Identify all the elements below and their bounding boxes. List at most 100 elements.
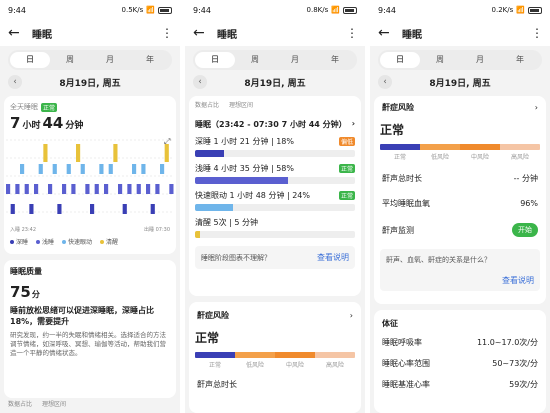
risk-header[interactable]: 鼾症风险 › bbox=[189, 302, 361, 321]
legend-awake: 清醒 bbox=[100, 237, 118, 246]
stage-block-light bbox=[34, 184, 39, 194]
app-bar: ← 睡眠 ⋮ bbox=[370, 20, 550, 46]
stage-name: 浅睡 bbox=[195, 164, 211, 173]
tab-month[interactable]: 月 bbox=[275, 52, 315, 68]
sleep-start-time: 入睡 23:42 bbox=[10, 227, 36, 233]
risk-scale-bar bbox=[195, 352, 355, 358]
sleep-summary-card: 全天睡眠 正常 7 小时 44 分钟 ⤢ 入睡 23:42 出睡 07:30 深… bbox=[4, 96, 176, 254]
risk-header[interactable]: 鼾症风险 › bbox=[374, 96, 546, 113]
chevron-right-icon: › bbox=[534, 103, 538, 112]
stage-block-rem bbox=[141, 164, 146, 174]
vitals-title: 体征 bbox=[382, 319, 398, 328]
back-arrow-icon[interactable]: ← bbox=[378, 25, 396, 41]
date-navigator: ‹ 8月19日, 周五 bbox=[0, 70, 180, 94]
expand-icon[interactable]: ⤢ bbox=[163, 137, 170, 146]
prev-date-icon[interactable]: ‹ bbox=[193, 75, 207, 89]
more-options-icon[interactable]: ⋮ bbox=[346, 26, 358, 40]
snore-risk-card: 鼾症风险 › 正常 正常 低风险 中风险 高风险 鼾声总时长 -- 分钟 平均睡眠血氧… bbox=[374, 96, 546, 304]
date-navigator: ‹ 8月19日, 周五 bbox=[370, 70, 550, 94]
tab-week[interactable]: 周 bbox=[235, 52, 275, 68]
tab-month[interactable]: 月 bbox=[90, 52, 130, 68]
stage-block-rem bbox=[108, 164, 113, 174]
stage-block-deep bbox=[10, 204, 15, 214]
tab-week[interactable]: 周 bbox=[50, 52, 90, 68]
stage-progress-bar bbox=[195, 231, 355, 238]
snore-total-row: 鼾声总时长 bbox=[189, 369, 361, 390]
total-sleep-label: 全天睡眠 bbox=[10, 103, 38, 111]
current-date: 8月19日, 周五 bbox=[429, 78, 491, 89]
vital-row: 睡眠心率范围 50~73次/分 bbox=[374, 358, 546, 379]
prev-date-icon[interactable]: ‹ bbox=[378, 75, 392, 89]
stage-block-rem bbox=[132, 164, 137, 174]
tab-day[interactable]: 日 bbox=[195, 52, 235, 68]
spo2-value: 96% bbox=[520, 199, 538, 208]
stage-progress-bar bbox=[195, 177, 355, 184]
date-navigator: ‹ 8月19日, 周五 bbox=[185, 70, 365, 94]
status-bar: 9:44 0.2K/s 📶 bbox=[370, 0, 550, 20]
tab-day[interactable]: 日 bbox=[380, 52, 420, 68]
page-title: 睡眠 bbox=[32, 29, 52, 41]
panel-daily-overview: 9:44 0.5K/s 📶 ← 睡眠 ⋮ 日 周 月 年 ‹ 8月19日, 周五 … bbox=[0, 0, 180, 413]
quality-advice: 睡前放松思绪可以促进深睡眠，深睡占比18%，需要提升 bbox=[10, 306, 154, 326]
chevron-right-icon: › bbox=[351, 119, 355, 128]
tab-year[interactable]: 年 bbox=[315, 52, 355, 68]
status-time: 9:44 bbox=[8, 5, 26, 15]
stage-block-light bbox=[136, 184, 141, 194]
vital-label: 睡眠基准心率 bbox=[382, 380, 430, 389]
network-speed: 0.2K/s bbox=[491, 6, 514, 14]
stage-block-deep bbox=[122, 204, 127, 214]
stage-value: 4 小时 35 分钟 | 58% bbox=[211, 164, 295, 173]
risk-title: 鼾症风险 bbox=[382, 103, 414, 112]
view-explanation-link[interactable]: 查看说明 bbox=[317, 252, 349, 263]
chart-legend: 深睡 浅睡 快速眼动 清醒 bbox=[4, 233, 176, 250]
risk-scale-labels: 正常 低风险 中风险 高风险 bbox=[393, 154, 529, 161]
stage-block-rem bbox=[66, 164, 71, 174]
current-date: 8月19日, 周五 bbox=[244, 78, 306, 89]
sleep-header-row[interactable]: 睡眠（23:42 - 07:30 7 小时 44 分钟） › bbox=[195, 119, 355, 130]
quality-title: 睡眠质量 bbox=[10, 267, 42, 276]
stage-name: 快速眼动 bbox=[195, 191, 227, 200]
more-options-icon[interactable]: ⋮ bbox=[531, 26, 543, 40]
tab-week[interactable]: 周 bbox=[420, 52, 460, 68]
vitals-card: 体征 睡眠呼吸率 11.0~17.0次/分 睡眠心率范围 50~73次/分 睡眠基准心率… bbox=[374, 310, 546, 413]
status-bar: 9:44 0.5K/s 📶 bbox=[0, 0, 180, 20]
view-explanation-link[interactable]: 查看说明 bbox=[502, 275, 534, 286]
stage-value: 5次 | 5 分钟 bbox=[211, 218, 259, 227]
back-arrow-icon[interactable]: ← bbox=[193, 25, 211, 41]
start-monitor-button[interactable]: 开始 bbox=[512, 223, 538, 237]
stage-block-awake bbox=[76, 144, 81, 162]
score-unit: 分 bbox=[31, 290, 40, 299]
snore-total-row: 鼾声总时长 -- 分钟 bbox=[374, 161, 546, 184]
period-tabs: 日 周 月 年 bbox=[378, 50, 542, 70]
quality-body: 研究发现，约一半的失眠和情绪相关。选择适合的方法调节情绪，如深呼吸、冥想、瑜伽等… bbox=[10, 331, 166, 357]
vital-label: 睡眠呼吸率 bbox=[382, 338, 422, 347]
legend-footer: 数据占比 理想区间 bbox=[8, 399, 66, 408]
more-options-icon[interactable]: ⋮ bbox=[161, 26, 173, 40]
tab-year[interactable]: 年 bbox=[500, 52, 540, 68]
app-bar: ← 睡眠 ⋮ bbox=[0, 20, 180, 46]
stage-block-rem bbox=[80, 164, 85, 174]
stage-progress-fill bbox=[195, 150, 224, 157]
risk-level: 正常 bbox=[380, 123, 405, 137]
sleep-stage-chart[interactable]: ⤢ bbox=[4, 136, 176, 226]
wifi-icon: 📶 bbox=[146, 6, 155, 14]
back-arrow-icon[interactable]: ← bbox=[8, 25, 26, 41]
tab-month[interactable]: 月 bbox=[460, 52, 500, 68]
wifi-icon: 📶 bbox=[516, 6, 525, 14]
stage-block-rem bbox=[20, 164, 25, 174]
battery-icon bbox=[343, 6, 357, 14]
snore-help-box: 鼾声、血氧、鼾症的关系是什么？ 查看说明 bbox=[380, 249, 540, 291]
legend-rem: 快速眼动 bbox=[62, 237, 92, 246]
stage-block-light bbox=[169, 184, 174, 194]
prev-date-icon[interactable]: ‹ bbox=[8, 75, 22, 89]
vital-row: 睡眠基准心率 59次/分 bbox=[374, 379, 546, 400]
status-badge: 正常 bbox=[41, 102, 58, 112]
stage-block-rem bbox=[160, 164, 165, 174]
stage-block-deep bbox=[29, 204, 34, 214]
stage-block-light bbox=[85, 184, 90, 194]
vital-value: 59次/分 bbox=[509, 380, 538, 389]
snore-total-label: 鼾声总时长 bbox=[197, 380, 237, 389]
tab-year[interactable]: 年 bbox=[130, 52, 170, 68]
sleep-header: 睡眠（23:42 - 07:30 7 小时 44 分钟） bbox=[195, 120, 347, 129]
tab-day[interactable]: 日 bbox=[10, 52, 50, 68]
